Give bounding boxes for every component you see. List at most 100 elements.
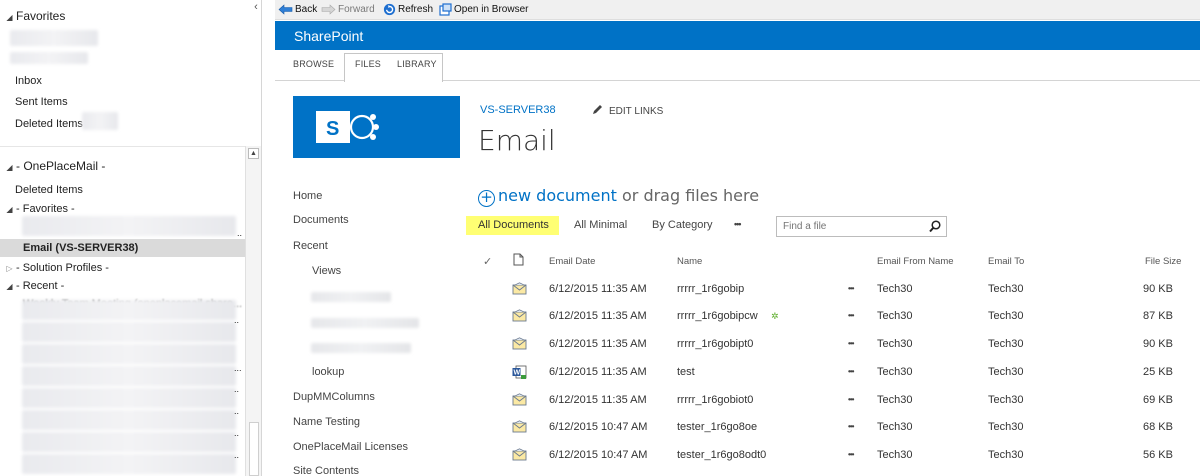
- folder-email-vs-server38[interactable]: Email (VS-SERVER38): [23, 240, 138, 257]
- file-size-cell: 68 KB: [1143, 421, 1173, 433]
- ellipsis-mark: ..: [234, 428, 240, 438]
- file-name-link[interactable]: test: [677, 366, 695, 378]
- nav-dupmmcolumns[interactable]: DupMMColumns: [293, 391, 375, 403]
- file-size-cell: 87 KB: [1143, 310, 1173, 322]
- favorites-header[interactable]: ◢ Favorites: [5, 8, 65, 25]
- ellipsis-mark: ..: [234, 450, 240, 460]
- email-date-cell: 6/12/2015 11:35 AM: [549, 338, 647, 350]
- more-views-button[interactable]: •••: [734, 219, 742, 229]
- table-row[interactable]: 6/12/2015 11:35 AM rrrrr_1r6gobip ••• Tech3…: [466, 276, 1200, 304]
- blurred-account-name: [10, 52, 88, 64]
- view-all-minimal[interactable]: All Minimal: [574, 219, 627, 231]
- nav-views[interactable]: Views: [312, 265, 341, 277]
- folder-recent[interactable]: ◢ - Recent -: [5, 278, 64, 295]
- ellipsis-mark: ..: [234, 315, 240, 325]
- view-by-category[interactable]: By Category: [652, 219, 713, 231]
- blurred-nav-item[interactable]: [311, 292, 391, 302]
- nav-oneplacemail-licenses[interactable]: OnePlaceMail Licenses: [293, 441, 408, 453]
- open-in-browser-button[interactable]: Open in Browser: [439, 3, 528, 17]
- expand-triangle-icon[interactable]: ◢: [5, 159, 14, 176]
- sharepoint-logo[interactable]: S: [293, 96, 460, 158]
- table-row[interactable]: 6/12/2015 11:35 AM rrrrr_1r6gobiot0 ••• Tec…: [466, 387, 1200, 415]
- folder-solution-profiles[interactable]: ▷ - Solution Profiles -: [5, 260, 109, 277]
- nav-documents[interactable]: Documents: [293, 214, 349, 226]
- table-row[interactable]: 6/12/2015 11:35 AM rrrrr_1r6gobipcw ✲ ••• Te…: [466, 303, 1200, 331]
- expand-triangle-icon[interactable]: ◢: [5, 9, 14, 26]
- item-menu-ellipsis[interactable]: •••: [848, 311, 854, 320]
- column-email-to[interactable]: Email To: [988, 256, 1024, 267]
- ribbon-tabs: BROWSE FILES LIBRARY: [275, 50, 1200, 82]
- table-row[interactable]: 6/12/2015 10:47 AM tester_1r6go8oe ••• Tech…: [466, 414, 1200, 442]
- folder-inbox[interactable]: Inbox: [15, 73, 42, 90]
- edit-links-button[interactable]: EDIT LINKS: [592, 104, 663, 117]
- collapse-pane-icon[interactable]: ‹: [251, 0, 261, 14]
- email-from-cell: Tech30: [877, 449, 913, 461]
- search-icon[interactable]: [929, 220, 941, 233]
- item-menu-ellipsis[interactable]: •••: [848, 395, 854, 404]
- folder-sent-items[interactable]: Sent Items: [15, 94, 68, 111]
- email-icon: [512, 393, 527, 409]
- find-file-search[interactable]: [776, 216, 947, 237]
- nav-lookup[interactable]: lookup: [312, 366, 344, 378]
- item-menu-ellipsis[interactable]: •••: [848, 367, 854, 376]
- browser-toolbar: Back Forward Refresh Open in Browser: [275, 0, 1200, 20]
- blurred-nav-item[interactable]: [311, 343, 411, 353]
- blurred-recent-item: [22, 432, 236, 452]
- expand-triangle-icon[interactable]: ◢: [5, 278, 14, 295]
- email-date-cell: 6/12/2015 11:35 AM: [549, 310, 647, 322]
- back-button[interactable]: Back: [278, 3, 317, 17]
- select-all-checkmark-icon[interactable]: ✓: [483, 255, 492, 268]
- column-file-size[interactable]: File Size: [1145, 256, 1181, 267]
- find-file-input[interactable]: [778, 218, 923, 235]
- nav-recent[interactable]: Recent: [293, 240, 328, 252]
- email-date-cell: 6/12/2015 11:35 AM: [549, 366, 647, 378]
- forward-button[interactable]: Forward: [321, 3, 375, 17]
- view-all-documents[interactable]: All Documents: [466, 216, 559, 235]
- divider: [0, 146, 245, 147]
- folder-oneplacemail-root[interactable]: ◢ - OnePlaceMail -: [5, 158, 105, 175]
- suite-bar-title[interactable]: SharePoint: [294, 28, 363, 44]
- item-menu-ellipsis[interactable]: •••: [848, 284, 854, 293]
- email-date-cell: 6/12/2015 10:47 AM: [549, 449, 648, 461]
- column-email-from-name[interactable]: Email From Name: [877, 256, 954, 267]
- tab-files[interactable]: FILES: [355, 59, 381, 69]
- expand-triangle-icon[interactable]: ◢: [5, 201, 14, 218]
- email-to-cell: Tech30: [988, 449, 1024, 461]
- table-row[interactable]: 6/12/2015 11:35 AM rrrrr_1r6gobipt0 ••• Tec…: [466, 331, 1200, 359]
- file-name-link[interactable]: rrrrr_1r6gobiot0: [677, 394, 753, 406]
- sharepoint-logo-icon: S: [316, 111, 379, 143]
- svg-text:W: W: [514, 370, 521, 377]
- tab-library[interactable]: LIBRARY: [397, 59, 437, 69]
- new-document-link[interactable]: new document: [498, 186, 617, 205]
- file-type-header-icon[interactable]: [513, 253, 524, 266]
- nav-home[interactable]: Home: [293, 190, 322, 202]
- email-to-cell: Tech30: [988, 394, 1024, 406]
- refresh-button[interactable]: Refresh: [383, 3, 433, 17]
- nav-site-contents[interactable]: Site Contents: [293, 465, 359, 476]
- tab-browse[interactable]: BROWSE: [293, 59, 334, 69]
- item-menu-ellipsis[interactable]: •••: [848, 339, 854, 348]
- item-menu-ellipsis[interactable]: •••: [848, 422, 854, 431]
- file-name-link[interactable]: tester_1r6go8oe: [677, 421, 757, 433]
- collapsed-triangle-icon[interactable]: ▷: [5, 260, 14, 277]
- item-menu-ellipsis[interactable]: •••: [848, 450, 854, 459]
- file-name-link[interactable]: tester_1r6go8odt0: [677, 449, 766, 461]
- scrollbar-thumb[interactable]: [249, 422, 259, 476]
- file-name-link[interactable]: rrrrr_1r6gobipcw: [677, 310, 758, 322]
- column-email-date[interactable]: Email Date: [549, 256, 595, 267]
- add-circle-icon[interactable]: +: [478, 190, 495, 207]
- folder-pane-scrollbar[interactable]: ▲: [245, 146, 261, 476]
- file-name-link[interactable]: rrrrr_1r6gobip: [677, 283, 744, 295]
- column-name[interactable]: Name: [677, 256, 702, 267]
- table-row[interactable]: W 6/12/2015 11:35 AM test ••• Tech30 Tech30 25…: [466, 359, 1200, 387]
- nav-name-testing[interactable]: Name Testing: [293, 416, 360, 428]
- email-from-cell: Tech30: [877, 366, 913, 378]
- file-name-link[interactable]: rrrrr_1r6gobipt0: [677, 338, 753, 350]
- blurred-recent-item: [22, 366, 236, 386]
- scroll-up-arrow-icon[interactable]: ▲: [248, 148, 259, 159]
- folder-opm-deleted-items[interactable]: Deleted Items: [15, 182, 83, 199]
- site-breadcrumb-link[interactable]: VS-SERVER38: [480, 104, 556, 116]
- blurred-nav-item[interactable]: [311, 318, 419, 328]
- table-row[interactable]: 6/12/2015 10:47 AM tester_1r6go8odt0 ••• Te…: [466, 442, 1200, 470]
- folder-deleted-items[interactable]: Deleted Items: [15, 116, 83, 133]
